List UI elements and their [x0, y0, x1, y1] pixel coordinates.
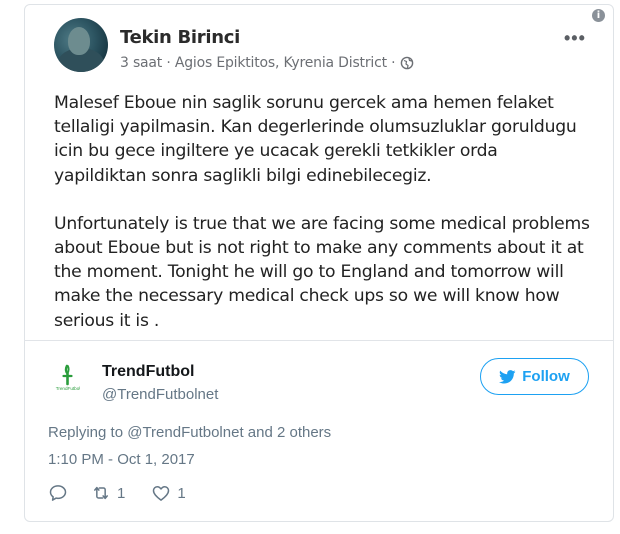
like-count: 1 — [177, 484, 186, 502]
tweet-display-name[interactable]: TrendFutbol — [102, 363, 194, 381]
fb-post-meta: 3 saat · Agios Epiktitos, Kyrenia Distri… — [120, 55, 414, 71]
fb-post-text: Malesef Eboue nin saglik sorunu gercek a… — [54, 91, 594, 357]
twitter-bird-icon — [499, 369, 516, 384]
fb-paragraph-turkish: Malesef Eboue nin saglik sorunu gercek a… — [54, 93, 577, 186]
fb-paragraph-english: Unfortunately is true that we are facing… — [54, 213, 590, 331]
tweet-timestamp[interactable]: 1:10 PM - Oct 1, 2017 — [48, 451, 195, 468]
more-icon[interactable]: ••• — [564, 28, 586, 49]
reply-button[interactable] — [48, 483, 68, 503]
follow-button[interactable]: Follow — [480, 358, 589, 395]
tweet-author-avatar[interactable]: TrendFutbol — [50, 358, 86, 394]
retweet-button[interactable]: 1 — [91, 483, 125, 503]
fb-author-avatar[interactable] — [54, 18, 108, 72]
like-button[interactable]: 1 — [151, 483, 186, 503]
reply-context[interactable]: Replying to @TrendFutbolnet and 2 others — [48, 424, 331, 441]
follow-label: Follow — [522, 368, 570, 385]
reply-icon — [49, 485, 67, 501]
avatar-logo-text: TrendFutbol — [56, 386, 81, 391]
tweet-handle[interactable]: @TrendFutbolnet — [102, 386, 218, 403]
embedded-facebook-post: Tekin Birinci 3 saat · Agios Epiktitos, … — [24, 4, 614, 341]
fb-author-name[interactable]: Tekin Birinci — [120, 27, 240, 48]
globe-icon — [400, 56, 414, 70]
retweet-count: 1 — [117, 484, 126, 502]
retweet-icon — [94, 486, 108, 500]
heart-icon — [153, 486, 170, 501]
tweet-actions: 1 1 — [48, 482, 186, 504]
fb-post-meta-text: 3 saat · Agios Epiktitos, Kyrenia Distri… — [120, 55, 396, 71]
